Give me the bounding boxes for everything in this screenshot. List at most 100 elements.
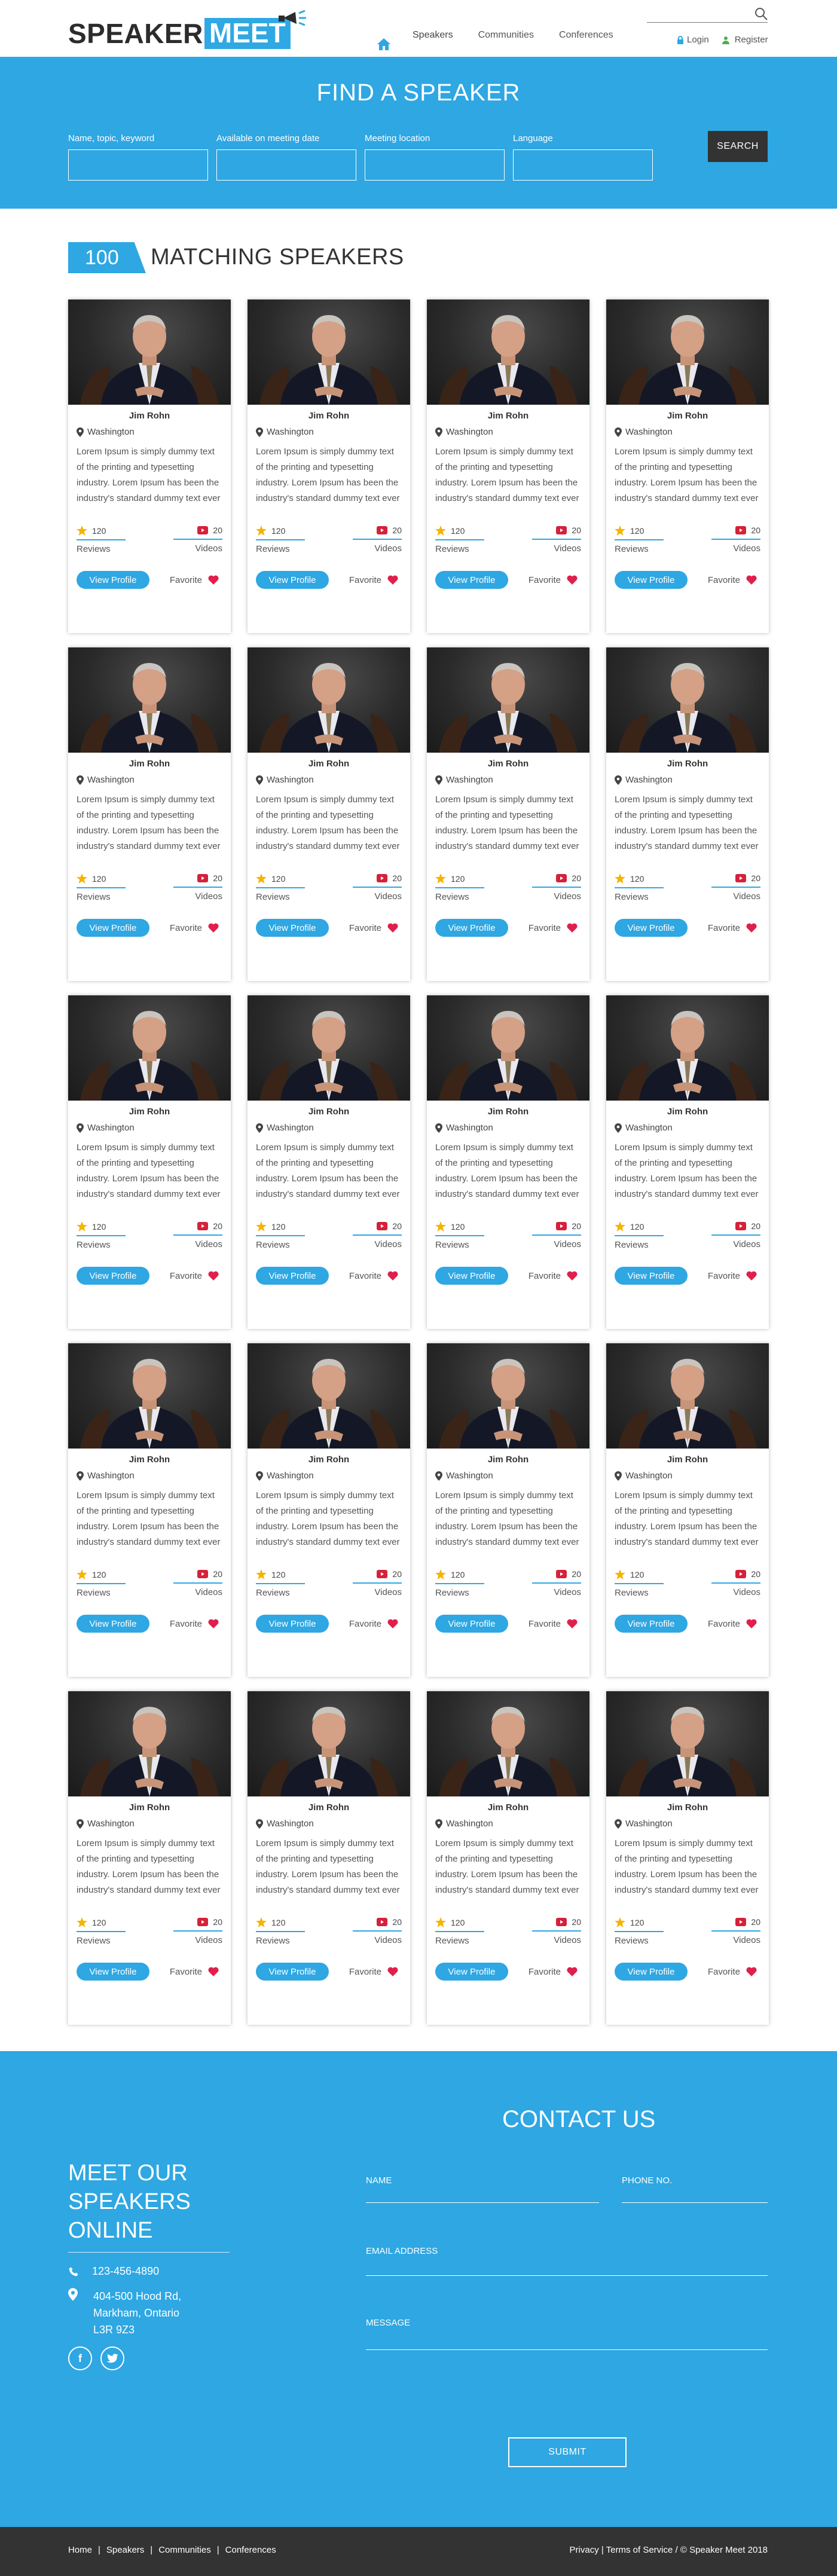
favorite-toggle[interactable]: Favorite [529,923,578,933]
speaker-photo[interactable] [427,300,589,405]
reviews-stat[interactable]: 120 Reviews [256,1569,305,1598]
favorite-toggle[interactable]: Favorite [349,1271,398,1281]
date-input[interactable] [216,149,356,181]
videos-stat[interactable]: 20 Videos [532,1917,581,1946]
twitter-icon[interactable] [100,2346,124,2370]
videos-stat[interactable]: 20 Videos [173,525,222,554]
reviews-stat[interactable]: 120 Reviews [615,1221,664,1250]
footer-link-communities[interactable]: Communities [158,2545,211,2555]
facebook-icon[interactable]: f [68,2346,92,2370]
favorite-toggle[interactable]: Favorite [170,1271,219,1281]
heart-icon[interactable] [208,923,219,933]
heart-icon[interactable] [567,1619,578,1628]
videos-stat[interactable]: 20 Videos [173,1569,222,1598]
speaker-photo[interactable] [606,995,769,1101]
view-profile-button[interactable]: View Profile [256,571,329,589]
reviews-stat[interactable]: 120 Reviews [77,525,126,554]
home-icon[interactable] [377,38,391,51]
view-profile-button[interactable]: View Profile [615,571,688,589]
heart-icon[interactable] [567,923,578,933]
speaker-photo[interactable] [248,1691,410,1796]
footer-link-home[interactable]: Home [68,2545,92,2555]
speaker-photo[interactable] [606,1691,769,1796]
view-profile-button[interactable]: View Profile [615,1267,688,1285]
videos-stat[interactable]: 20 Videos [353,873,402,902]
speaker-name[interactable]: Jim Rohn [248,1454,410,1465]
footer-link-conferences[interactable]: Conferences [225,2545,276,2555]
favorite-toggle[interactable]: Favorite [529,1967,578,1977]
reviews-stat[interactable]: 120 Reviews [256,1221,305,1250]
email-field[interactable]: EMAIL ADDRESS [366,2246,768,2276]
favorite-toggle[interactable]: Favorite [708,923,757,933]
speaker-photo[interactable] [606,647,769,753]
favorite-toggle[interactable]: Favorite [170,923,219,933]
favorite-toggle[interactable]: Favorite [349,923,398,933]
speaker-photo[interactable] [427,995,589,1101]
copyright[interactable]: Privacy | Terms of Service / © Speaker M… [570,2545,768,2555]
reviews-stat[interactable]: 120 Reviews [77,1221,126,1250]
videos-stat[interactable]: 20 Videos [353,1221,402,1250]
view-profile-button[interactable]: View Profile [615,1615,688,1633]
speaker-photo[interactable] [248,300,410,405]
videos-stat[interactable]: 20 Videos [173,1221,222,1250]
speaker-name[interactable]: Jim Rohn [68,1454,231,1465]
heart-icon[interactable] [387,1619,398,1628]
heart-icon[interactable] [208,1271,219,1281]
login-link[interactable]: Login [677,35,709,45]
heart-icon[interactable] [567,575,578,585]
header-search-input[interactable] [647,7,768,23]
view-profile-button[interactable]: View Profile [77,1615,149,1633]
nav-speakers[interactable]: Speakers [405,30,460,59]
favorite-toggle[interactable]: Favorite [708,575,757,585]
speaker-name[interactable]: Jim Rohn [606,1107,769,1117]
speaker-name[interactable]: Jim Rohn [427,759,589,769]
reviews-stat[interactable]: 120 Reviews [77,1569,126,1598]
favorite-toggle[interactable]: Favorite [529,1619,578,1629]
speaker-photo[interactable] [427,1691,589,1796]
footer-link-speakers[interactable]: Speakers [106,2545,144,2555]
reviews-stat[interactable]: 120 Reviews [615,1917,664,1946]
speaker-name[interactable]: Jim Rohn [248,1107,410,1117]
reviews-stat[interactable]: 120 Reviews [256,873,305,902]
speaker-photo[interactable] [427,1343,589,1449]
favorite-toggle[interactable]: Favorite [529,575,578,585]
view-profile-button[interactable]: View Profile [256,1267,329,1285]
speaker-photo[interactable] [68,1691,231,1796]
favorite-toggle[interactable]: Favorite [349,1967,398,1977]
view-profile-button[interactable]: View Profile [256,919,329,937]
heart-icon[interactable] [387,923,398,933]
speaker-name[interactable]: Jim Rohn [68,411,231,421]
reviews-stat[interactable]: 120 Reviews [435,873,484,902]
speaker-photo[interactable] [248,1343,410,1449]
videos-stat[interactable]: 20 Videos [532,1569,581,1598]
speaker-photo[interactable] [68,647,231,753]
view-profile-button[interactable]: View Profile [256,1963,329,1981]
speaker-photo[interactable] [606,1343,769,1449]
speaker-name[interactable]: Jim Rohn [68,1107,231,1117]
view-profile-button[interactable]: View Profile [256,1615,329,1633]
heart-icon[interactable] [208,575,219,585]
reviews-stat[interactable]: 120 Reviews [615,873,664,902]
videos-stat[interactable]: 20 Videos [173,1917,222,1946]
speaker-photo[interactable] [68,300,231,405]
videos-stat[interactable]: 20 Videos [711,525,760,554]
videos-stat[interactable]: 20 Videos [711,873,760,902]
favorite-toggle[interactable]: Favorite [170,575,219,585]
favorite-toggle[interactable]: Favorite [708,1967,757,1977]
speaker-name[interactable]: Jim Rohn [68,759,231,769]
view-profile-button[interactable]: View Profile [435,1963,508,1981]
reviews-stat[interactable]: 120 Reviews [435,1569,484,1598]
speaker-photo[interactable] [427,647,589,753]
reviews-stat[interactable]: 120 Reviews [615,1569,664,1598]
reviews-stat[interactable]: 120 Reviews [256,525,305,554]
videos-stat[interactable]: 20 Videos [711,1569,760,1598]
nav-conferences[interactable]: Conferences [559,30,613,59]
favorite-toggle[interactable]: Favorite [170,1967,219,1977]
view-profile-button[interactable]: View Profile [435,1615,508,1633]
location-input[interactable] [365,149,505,181]
speaker-name[interactable]: Jim Rohn [427,1107,589,1117]
speaker-photo[interactable] [68,1343,231,1449]
videos-stat[interactable]: 20 Videos [173,873,222,902]
speaker-name[interactable]: Jim Rohn [248,759,410,769]
videos-stat[interactable]: 20 Videos [532,525,581,554]
